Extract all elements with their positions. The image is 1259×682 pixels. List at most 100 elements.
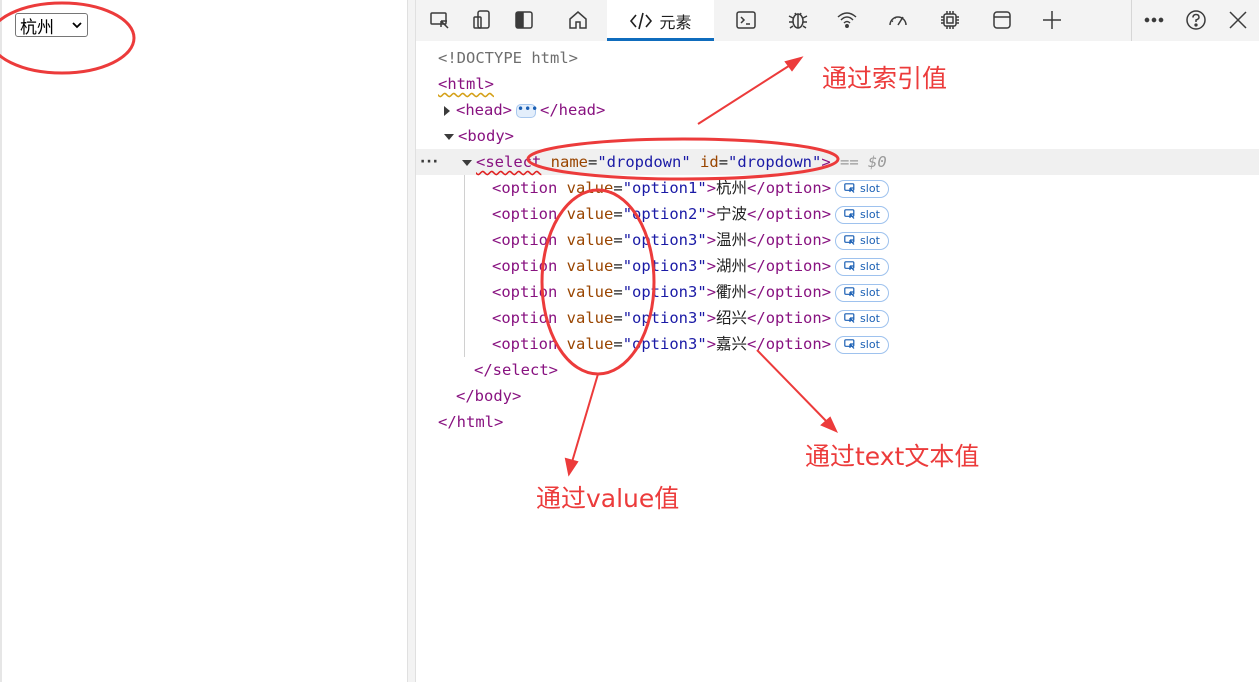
devtools-panel: 元素 <!DOCTYPE html> <html> <head> ••• </h…	[416, 0, 1259, 682]
inspect-icon[interactable]	[426, 0, 454, 39]
network-wifi-icon[interactable]	[832, 0, 862, 39]
slot-badge[interactable]: slot	[835, 231, 889, 250]
option-text: 绍兴	[716, 309, 748, 327]
slot-badge[interactable]: slot	[835, 309, 889, 328]
help-icon[interactable]	[1182, 0, 1210, 39]
application-window-icon[interactable]	[988, 0, 1016, 39]
collapse-arrow-icon[interactable]	[462, 159, 472, 166]
option-attr-name: value	[566, 179, 614, 197]
page-viewport: 杭州	[0, 0, 407, 682]
node-actions-icon[interactable]: ···	[420, 149, 439, 175]
expand-arrow-icon[interactable]	[444, 105, 450, 116]
memory-chip-icon[interactable]	[936, 0, 964, 39]
head-open-tag: <head>	[456, 101, 512, 119]
dom-node-option[interactable]: <option value="option3">绍兴</option> slot	[416, 305, 1259, 331]
dom-node-option[interactable]: <option value="option3">湖州</option> slot	[416, 253, 1259, 279]
slot-badge[interactable]: slot	[835, 335, 889, 354]
option-text: 杭州	[716, 179, 748, 197]
select-open-tag: <select	[476, 153, 542, 171]
dom-node-select-close[interactable]: </select>	[416, 357, 1259, 383]
dropdown-selected-value: 杭州	[20, 17, 54, 38]
dom-node-html-close[interactable]: </html>	[416, 409, 1259, 435]
dom-node-option[interactable]: <option value="option2">宁波</option> slot	[416, 201, 1259, 227]
dom-node-option[interactable]: <option value="option3">嘉兴</option> slot	[416, 331, 1259, 357]
slot-badge-label: slot	[860, 259, 880, 273]
option-close-tag: </option>	[747, 257, 832, 275]
slot-badge[interactable]: slot	[835, 205, 889, 224]
collapsed-content-badge[interactable]: •••	[516, 103, 538, 118]
html-open-tag: <html>	[438, 75, 494, 93]
dom-node-option[interactable]: <option value="option3">温州</option> slot	[416, 227, 1259, 253]
option-attr-value: "option3"	[622, 335, 707, 353]
dom-node-select[interactable]: <select name="dropdown" id="dropdown"> =…	[416, 149, 1259, 175]
slot-badge[interactable]: slot	[835, 283, 889, 302]
dom-node-option[interactable]: <option value="option1">杭州</option> slot	[416, 175, 1259, 201]
tab-elements[interactable]: 元素	[607, 0, 714, 41]
annotation-text-label: 通过text文本值	[805, 442, 980, 471]
tree-guide-line	[464, 175, 465, 357]
slot-reveal-icon	[844, 339, 856, 350]
dom-node-option[interactable]: <option value="option3">衢州</option> slot	[416, 279, 1259, 305]
dom-node-body[interactable]: <body>	[416, 123, 1259, 149]
option-open-tag: <option	[492, 231, 558, 249]
more-options-icon[interactable]	[1140, 0, 1168, 39]
attr-name-value: "dropdown"	[597, 153, 691, 171]
option-attr-value: "option3"	[622, 309, 707, 327]
dock-icon[interactable]	[510, 0, 538, 39]
doctype-text: <!DOCTYPE html>	[438, 49, 578, 67]
option-attr-value: "option3"	[622, 283, 707, 301]
device-emulation-icon[interactable]	[468, 0, 496, 39]
welcome-home-icon[interactable]	[563, 0, 593, 39]
dom-node-head[interactable]: <head> ••• </head>	[416, 97, 1259, 123]
slot-badge[interactable]: slot	[835, 179, 889, 198]
option-attr-value: "option2"	[622, 205, 707, 223]
option-attr-name: value	[566, 257, 614, 275]
more-tools-plus-icon[interactable]	[1038, 0, 1066, 39]
slot-badge[interactable]: slot	[835, 257, 889, 276]
option-close-tag: </option>	[747, 179, 832, 197]
option-open-tag: <option	[492, 205, 558, 223]
slot-badge-label: slot	[860, 337, 880, 351]
option-attr-value: "option3"	[622, 231, 707, 249]
slot-reveal-icon	[844, 209, 856, 220]
console-icon[interactable]	[732, 0, 760, 39]
chevron-down-icon	[72, 22, 82, 29]
option-open-tag: <option	[492, 283, 558, 301]
slot-reveal-icon	[844, 183, 856, 194]
performance-gauge-icon[interactable]	[882, 0, 914, 39]
option-close-tag: </option>	[747, 231, 832, 249]
close-icon[interactable]	[1224, 0, 1252, 39]
annotation-value-label: 通过value值	[536, 484, 680, 513]
option-attr-name: value	[566, 231, 614, 249]
sources-bug-icon[interactable]	[784, 0, 812, 39]
tab-elements-label: 元素	[659, 12, 692, 32]
slot-reveal-icon	[844, 313, 856, 324]
option-text: 湖州	[716, 257, 748, 275]
option-text: 宁波	[716, 205, 748, 223]
annotation-index-label: 通过索引值	[822, 64, 948, 93]
elements-code-icon	[630, 12, 653, 29]
selected-node-marker: == $0	[840, 153, 887, 171]
select-close-tag: </select>	[474, 361, 558, 379]
option-open-tag: <option	[492, 335, 558, 353]
attr-id: id	[700, 153, 719, 171]
slot-badge-label: slot	[860, 207, 880, 221]
option-attr-value: "option3"	[622, 257, 707, 275]
collapse-arrow-icon[interactable]	[444, 133, 454, 140]
option-attr-name: value	[566, 335, 614, 353]
option-close-tag: </option>	[747, 283, 832, 301]
option-attr-name: value	[566, 205, 614, 223]
option-open-tag: <option	[492, 257, 558, 275]
option-open-tag: <option	[492, 179, 558, 197]
head-close-tag: </head>	[540, 101, 606, 119]
attr-id-value: "dropdown"	[728, 153, 822, 171]
panel-splitter[interactable]	[407, 0, 416, 682]
toolbar-separator	[1131, 0, 1132, 41]
dom-node-body-close[interactable]: </body>	[416, 383, 1259, 409]
body-open-tag: <body>	[458, 127, 514, 145]
option-open-tag: <option	[492, 309, 558, 327]
html-close-tag: </html>	[438, 413, 504, 431]
slot-reveal-icon	[844, 287, 856, 298]
option-close-tag: </option>	[747, 335, 832, 353]
city-dropdown[interactable]: 杭州	[15, 13, 88, 38]
